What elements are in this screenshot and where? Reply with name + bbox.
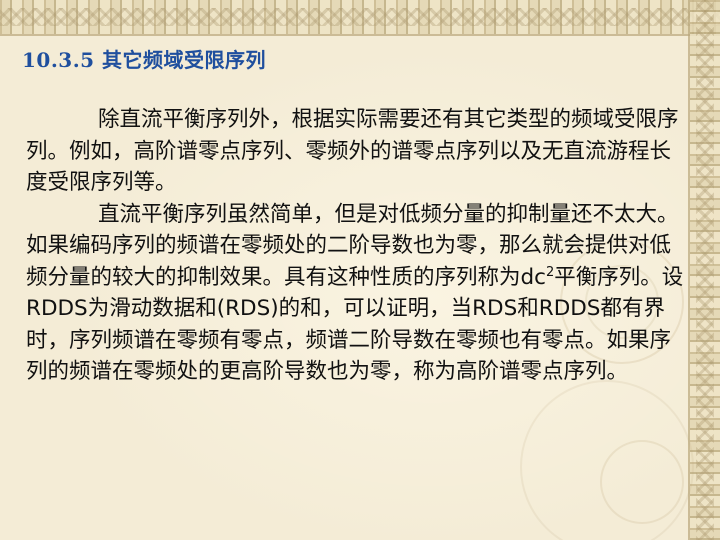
decorative-right-border [690, 0, 720, 540]
top-border-line [0, 34, 720, 36]
slide: 10.3.5 其它频域受限序列 除直流平衡序列外，根据实际需要还有其它类型的频域… [0, 0, 720, 540]
slide-title: 10.3.5 其它频域受限序列 [22, 48, 267, 72]
background-ornament [600, 440, 684, 524]
paragraph-2: 直流平衡序列虽然简单，但是对低频分量的抑制量还不太大。如果编码序列的频谱在零频处… [26, 199, 686, 388]
paragraph-1: 除直流平衡序列外，根据实际需要还有其它类型的频域受限序列。例如，高阶谱零点序列、… [26, 107, 679, 195]
slide-body: 除直流平衡序列外，根据实际需要还有其它类型的频域受限序列。例如，高阶谱零点序列、… [26, 104, 686, 388]
decorative-top-border [0, 0, 720, 34]
